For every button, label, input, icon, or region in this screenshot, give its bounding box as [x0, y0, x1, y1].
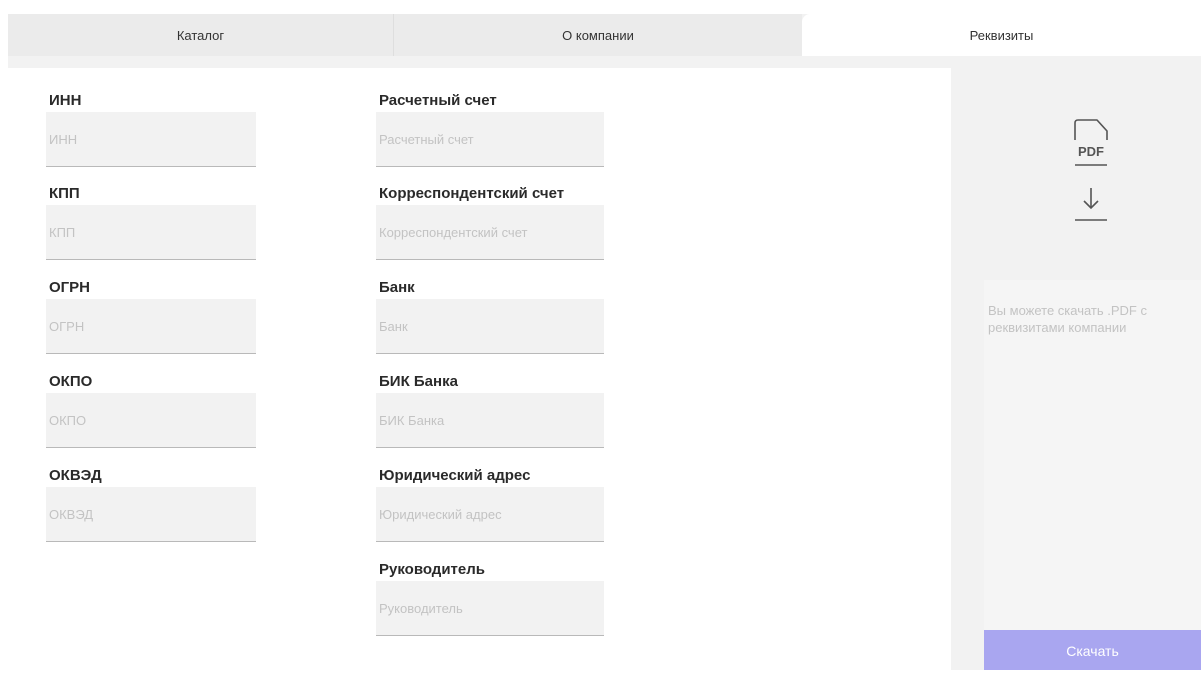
pdf-description-box: Вы можете скачать .PDF с реквизитами ком… [984, 280, 1201, 630]
requisites-form: ИНН КПП ОГРН ОКПО ОКВЭД Расчетный счет К… [8, 68, 951, 670]
okved-input[interactable] [46, 487, 256, 542]
director-input[interactable] [376, 581, 604, 636]
pdf-download-panel: PDF Вы можете скачать .PDF с реквизитами… [958, 68, 1201, 670]
okpo-label: ОКПО [49, 373, 93, 390]
okved-field-group: ОКВЭД [46, 465, 256, 542]
bik-label: БИК Банка [379, 373, 458, 390]
okpo-input[interactable] [46, 393, 256, 448]
director-label: Руководитель [379, 561, 485, 578]
kpp-label: КПП [49, 185, 80, 202]
download-button[interactable]: Скачать [984, 630, 1201, 670]
page-frame: Каталог О компании Реквизиты ИНН КПП ОГР… [8, 14, 1201, 670]
bank-input[interactable] [376, 299, 604, 354]
okved-label: ОКВЭД [49, 467, 102, 484]
bank-field-group: Банк [376, 277, 604, 354]
inn-field-group: ИНН [46, 90, 256, 167]
director-field-group: Руководитель [376, 559, 604, 636]
tab-requisites[interactable]: Реквизиты [802, 14, 1201, 56]
corr-account-field-group: Корреспондентский счет [376, 183, 604, 260]
ogrn-input[interactable] [46, 299, 256, 354]
legal-address-label: Юридический адрес [379, 467, 531, 484]
account-field-group: Расчетный счет [376, 90, 604, 167]
bik-field-group: БИК Банка [376, 371, 604, 448]
account-input[interactable] [376, 112, 604, 167]
legal-address-field-group: Юридический адрес [376, 465, 604, 542]
corr-account-label: Корреспондентский счет [379, 185, 565, 202]
pdf-icon-label: PDF [1078, 144, 1104, 159]
corr-account-input[interactable] [376, 205, 604, 260]
pdf-download-icon[interactable]: PDF [1067, 118, 1113, 238]
bik-input[interactable] [376, 393, 604, 448]
legal-address-input[interactable] [376, 487, 604, 542]
okpo-field-group: ОКПО [46, 371, 256, 448]
account-label: Расчетный счет [379, 92, 497, 109]
kpp-input[interactable] [46, 205, 256, 260]
kpp-field-group: КПП [46, 183, 256, 260]
tab-bar: Каталог О компании Реквизиты [8, 14, 1201, 56]
bank-label: Банк [379, 279, 415, 296]
inn-input[interactable] [46, 112, 256, 167]
pdf-description: Вы можете скачать .PDF с реквизитами ком… [988, 303, 1147, 335]
tab-catalog[interactable]: Каталог [8, 14, 394, 56]
ogrn-field-group: ОГРН [46, 277, 256, 354]
inn-label: ИНН [49, 92, 82, 109]
ogrn-label: ОГРН [49, 279, 91, 296]
tab-about-company[interactable]: О компании [394, 14, 802, 56]
